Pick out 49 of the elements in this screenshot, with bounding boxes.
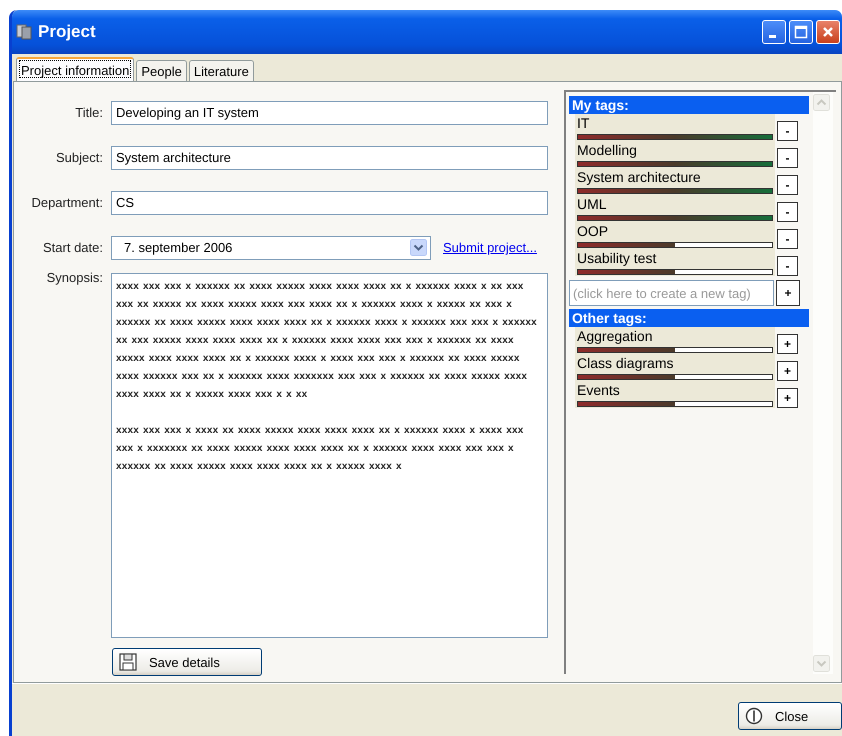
date-dropdown[interactable]: 7. september 2006	[111, 236, 431, 260]
remove-tag-button[interactable]: -	[777, 229, 798, 249]
tab[interactable]: People	[136, 60, 187, 81]
tag-item[interactable]: Usability test	[575, 249, 775, 276]
field-label: Title:	[74, 105, 104, 120]
submit-project-link[interactable]: Submit project...	[443, 240, 537, 255]
tag-item[interactable]: Modelling	[575, 141, 775, 168]
text-field[interactable]: System architecture	[111, 146, 548, 170]
add-tag-button[interactable]: +	[777, 388, 798, 408]
synopsis-paragraph: xxxx xxx xxx x xxxx xx xxxx xxxxx xxxx xxxx xxxx xx x xxxxxx xxxx x xxxx xxx xxx x xxxxxxx xx xxxx xxxxx xxxx xxxx xxxx xx x xxxxxx xxxx xxxx xxx xxx x xxxxxx xx xxxx xxxxx xxxx xxxx xxxx xx x xxxxx xxxx x	[116, 424, 525, 474]
tag-item[interactable]: IT	[575, 114, 775, 141]
text-field[interactable]: Developing an IT system	[111, 100, 548, 124]
tag-item[interactable]: Events	[575, 381, 775, 408]
synopsis-paragraph: xxxx xxx xxx x xxxxxx xx xxxx xxxxx xxxx xxxx xxxx xx x xxxxxx xxxx x xx xxx xxx xx xxxxx xx xxxx xxxxx xxxx xxx xxxx xx x xxxxxx xxxx x xxxxx xx xxx x xxxxxx xx xxxx xxxxx xxxx xxxx xxxx xx x xxxxxx xxxx x xxxxxx xxx xxx x xxxxxx xx xxx xxxxx xxxx xxxx xxxx xx x xxxxxx xxxx xxxx xxx xxx x xxxxxx xx xxxx xxxxx xxxx xxxx xxxx xx x xxxxxx xxxx x xxxx xxx xxx x xxxxxx xx xxxx xxxxx xxxx xxxxxx xxx xx x xxxxxx xxxx xxxxxxx xxx xxx x xxxxxx xx xxxx xxxxx xxxx xxxx xxxx xx x xxxxx xxxx xxx x x xx	[116, 280, 538, 402]
tab[interactable]: Project information	[16, 57, 134, 81]
add-tag-button[interactable]: +	[777, 334, 798, 354]
minimize-button[interactable]	[762, 20, 786, 44]
tag-item[interactable]: Aggregation	[575, 327, 775, 354]
window-title: Project	[38, 22, 96, 42]
remove-tag-button[interactable]: -	[777, 202, 798, 222]
remove-tag-button[interactable]: -	[777, 121, 798, 141]
field-label: Start date:	[42, 240, 104, 255]
tag-item[interactable]: UML	[575, 195, 775, 222]
close-dialog-button[interactable]: Close	[738, 702, 842, 730]
maximize-icon	[794, 25, 808, 39]
remove-tag-button[interactable]: -	[777, 175, 798, 195]
text-field[interactable]: CS	[111, 190, 548, 214]
close-icon	[821, 25, 835, 39]
field-label: Department:	[30, 195, 104, 210]
field-label: Subject:	[55, 150, 104, 165]
add-tag-button[interactable]: +	[777, 361, 798, 381]
documents-icon	[16, 24, 34, 40]
field-label: Synopsis:	[46, 270, 104, 285]
maximize-button[interactable]	[789, 20, 813, 44]
close-button[interactable]	[816, 20, 840, 44]
tab[interactable]: Literature	[188, 60, 254, 81]
power-icon	[745, 707, 763, 725]
remove-tag-button[interactable]: -	[777, 148, 798, 168]
tag-item[interactable]: Class diagrams	[575, 354, 775, 381]
minimize-icon	[769, 34, 776, 38]
tag-item[interactable]: System architecture	[575, 168, 775, 195]
section-heading: Other tags:	[569, 309, 809, 327]
tag-item[interactable]: OOP	[575, 222, 775, 249]
add-tag-button[interactable]: +	[776, 280, 800, 306]
new-tag-field[interactable]: (click here to create a new tag)	[569, 280, 774, 306]
save-details-button[interactable]: Save details	[112, 648, 262, 676]
remove-tag-button[interactable]: -	[777, 256, 798, 276]
synopsis-textarea[interactable]	[111, 273, 548, 638]
section-heading: My tags:	[569, 96, 809, 114]
